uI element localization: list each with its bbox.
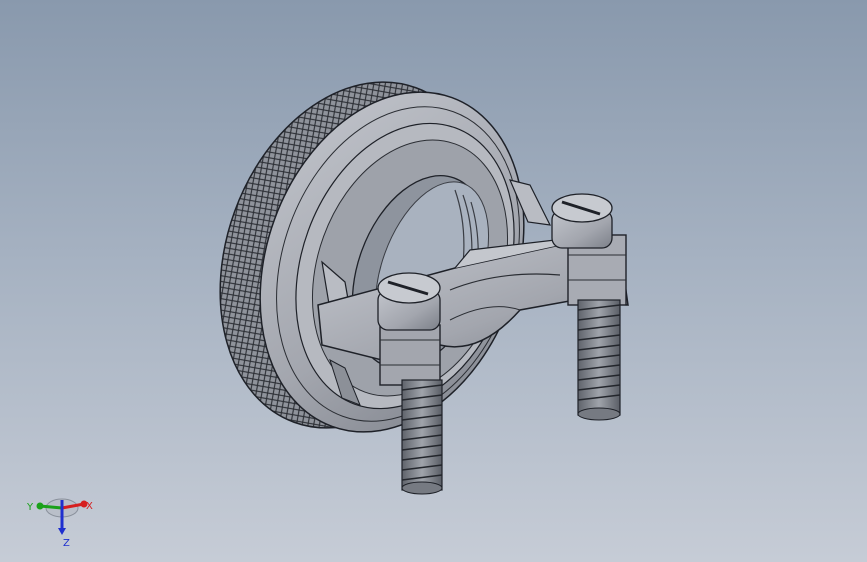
cad-model-view[interactable] [0,0,867,562]
z-axis-label: Z [63,538,70,549]
cad-viewport[interactable]: X Y Z [0,0,867,562]
right-clamp-screw[interactable] [551,193,621,421]
orientation-triad[interactable]: X Y Z [22,490,112,550]
x-axis-label: X [86,501,93,512]
y-axis-label: Y [26,502,34,513]
y-axis-tip [36,502,44,510]
z-axis-tip [58,528,66,535]
